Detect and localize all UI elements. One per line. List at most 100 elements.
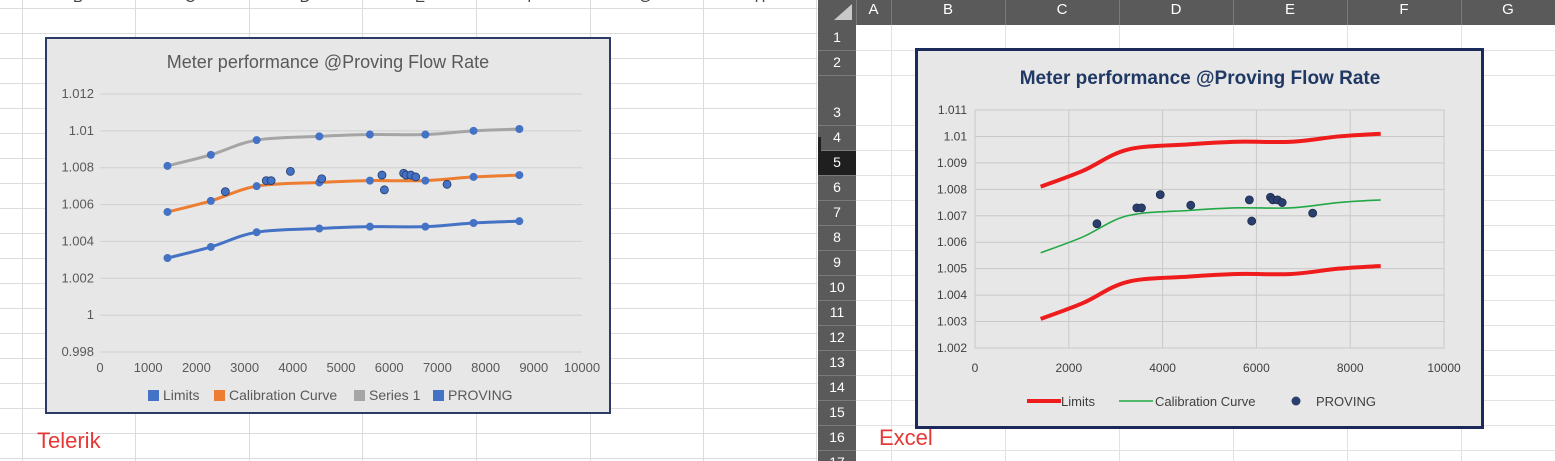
line-limits bbox=[1039, 264, 1381, 321]
line-limits-upper bbox=[1039, 131, 1381, 189]
marker-calibration-curve bbox=[515, 171, 524, 180]
chart-title: Meter performance @Proving Flow Rate bbox=[167, 52, 489, 72]
telerik-chart-svg: Meter performance @Proving Flow Rate 0.9… bbox=[61, 52, 600, 403]
x-tick-label: 6000 bbox=[375, 360, 404, 375]
y-tick-label: 1.008 bbox=[61, 160, 94, 175]
plot-series bbox=[1039, 131, 1381, 321]
point-proving bbox=[266, 176, 276, 186]
telerik-pane: A B C D E F G H Meter performance @Provi… bbox=[0, 0, 818, 461]
point-proving bbox=[1244, 195, 1254, 205]
x-tick-label: 3000 bbox=[230, 360, 259, 375]
marker-limits bbox=[315, 224, 324, 233]
point-proving bbox=[1092, 219, 1102, 229]
y-tick-label: 1.006 bbox=[937, 235, 967, 249]
point-proving bbox=[1247, 216, 1257, 226]
y-tick-label: 1.002 bbox=[937, 341, 967, 355]
row-header-5[interactable]: 5 bbox=[818, 154, 856, 170]
row-header-14[interactable]: 14 bbox=[818, 379, 856, 395]
x-tick-label: 0 bbox=[972, 361, 979, 375]
col-header-f[interactable]: F bbox=[1347, 0, 1461, 23]
col-header-a[interactable]: A bbox=[856, 0, 891, 23]
marker-calibration-curve bbox=[163, 207, 172, 216]
row-header-13[interactable]: 13 bbox=[818, 354, 856, 370]
select-all-icon[interactable] bbox=[834, 4, 852, 20]
y-tick-label: 1.01 bbox=[69, 123, 94, 138]
row-header-11[interactable]: 11 bbox=[818, 304, 856, 320]
col-header-g[interactable]: G bbox=[605, 0, 685, 11]
x-tick-label: 5000 bbox=[327, 360, 356, 375]
col-header-c[interactable]: C bbox=[150, 0, 230, 11]
marker-series-1 bbox=[315, 132, 324, 141]
chart-title: Meter performance @Proving Flow Rate bbox=[1020, 68, 1381, 89]
point-proving bbox=[1186, 200, 1196, 210]
y-tick-label: 1.005 bbox=[937, 262, 967, 276]
point-proving bbox=[379, 185, 389, 195]
col-header-b[interactable]: B bbox=[38, 0, 118, 11]
row-header-3[interactable]: 3 bbox=[818, 104, 856, 120]
point-proving bbox=[442, 179, 452, 189]
y-tick-label: 1.002 bbox=[61, 270, 94, 285]
x-tick-label: 10000 bbox=[564, 360, 600, 375]
col-header-a[interactable]: A bbox=[0, 0, 20, 11]
y-tick-label: 1.011 bbox=[938, 103, 967, 117]
telerik-chart[interactable]: Meter performance @Proving Flow Rate 0.9… bbox=[45, 37, 611, 414]
legend-swatch-limits bbox=[148, 390, 159, 401]
row-header-7[interactable]: 7 bbox=[818, 204, 856, 220]
y-tick-label: 1.004 bbox=[937, 288, 967, 302]
x-tick-label: 9000 bbox=[519, 360, 548, 375]
row-header-17[interactable]: 17 bbox=[818, 454, 856, 461]
marker-limits bbox=[252, 228, 261, 237]
excel-pane: A B C D E F G 1 2 3 4 5 6 7 8 9 10 11 12… bbox=[818, 0, 1555, 461]
row-header-12[interactable]: 12 bbox=[818, 329, 856, 345]
row-header-4[interactable]: 4 bbox=[818, 129, 856, 145]
row-header-9[interactable]: 9 bbox=[818, 254, 856, 270]
point-proving bbox=[411, 172, 421, 182]
marker-series-1 bbox=[365, 130, 374, 139]
col-header-e[interactable]: E bbox=[1233, 0, 1347, 23]
excel-chart-svg: Meter performance @Proving Flow Rate 1.0… bbox=[937, 68, 1461, 409]
legend-label-proving: PROVING bbox=[448, 387, 513, 403]
y-tick-label: 1 bbox=[87, 307, 94, 322]
row-header-10[interactable]: 10 bbox=[818, 279, 856, 295]
row-header-8[interactable]: 8 bbox=[818, 229, 856, 245]
legend-swatch-proving bbox=[433, 390, 444, 401]
row-header-1[interactable]: 1 bbox=[818, 29, 856, 45]
col-header-e[interactable]: E bbox=[380, 0, 460, 11]
x-tick-label: 7000 bbox=[423, 360, 452, 375]
line-limits bbox=[167, 219, 520, 260]
row-header-6[interactable]: 6 bbox=[818, 179, 856, 195]
legend-label-limits: Limits bbox=[163, 387, 200, 403]
point-proving bbox=[1277, 198, 1287, 207]
excel-chart[interactable]: Meter performance @Proving Flow Rate 1.0… bbox=[915, 48, 1484, 429]
line-series-1 bbox=[167, 127, 520, 168]
col-header-d[interactable]: D bbox=[1119, 0, 1233, 23]
plot-gridlines bbox=[100, 93, 582, 353]
col-header-f[interactable]: F bbox=[492, 0, 572, 11]
point-proving bbox=[220, 187, 230, 197]
col-header-b[interactable]: B bbox=[891, 0, 1005, 23]
col-header-g[interactable]: G bbox=[1461, 0, 1555, 23]
y-tick-label: 0.998 bbox=[61, 344, 94, 359]
marker-limits bbox=[365, 222, 374, 231]
y-tick-label: 1.004 bbox=[61, 233, 94, 248]
row-header-2[interactable]: 2 bbox=[818, 54, 856, 70]
chart-legend: Limits Calibration Curve Series 1 PROVIN… bbox=[148, 387, 513, 403]
legend-label-proving: PROVING bbox=[1316, 394, 1376, 409]
point-proving bbox=[285, 166, 295, 176]
y-tick-label: 1.003 bbox=[937, 315, 967, 329]
x-tick-label: 4000 bbox=[278, 360, 307, 375]
x-tick-label: 2000 bbox=[1055, 361, 1082, 375]
col-header-c[interactable]: C bbox=[1005, 0, 1119, 23]
col-header-h[interactable]: H bbox=[720, 0, 800, 11]
x-tick-label: 2000 bbox=[182, 360, 211, 375]
point-proving bbox=[377, 170, 387, 180]
marker-series-1 bbox=[469, 126, 478, 135]
y-tick-label: 1.009 bbox=[937, 156, 967, 170]
col-header-d[interactable]: D bbox=[265, 0, 345, 11]
row-header-15[interactable]: 15 bbox=[818, 404, 856, 420]
plot-gridlines bbox=[974, 109, 1445, 349]
marker-series-1 bbox=[252, 136, 261, 145]
point-proving bbox=[1155, 190, 1165, 200]
marker-series-1 bbox=[206, 150, 215, 159]
row-header-16[interactable]: 16 bbox=[818, 429, 856, 445]
